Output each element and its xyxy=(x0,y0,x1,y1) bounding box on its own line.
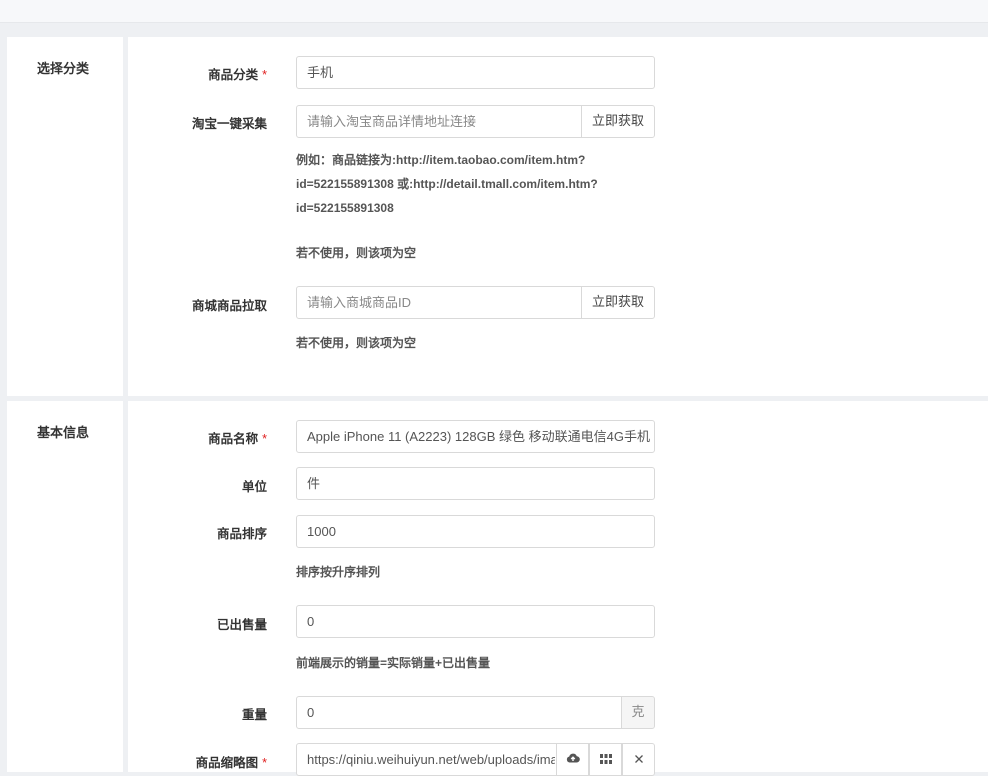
mall-id-input[interactable]: 请输入商城商品ID 立即获取 xyxy=(296,286,655,319)
weight-value: 0 xyxy=(307,705,315,720)
cloud-upload-icon xyxy=(566,744,580,775)
taobao-url-placeholder: 请输入淘宝商品详情地址连接 xyxy=(307,114,477,129)
taobao-url-input[interactable]: 请输入淘宝商品详情地址连接 立即获取 xyxy=(296,105,655,138)
thumbnail-label: 商品缩略图 * xyxy=(7,752,267,771)
mall-fetch-button[interactable]: 立即获取 xyxy=(581,287,654,318)
category-section: 选择分类 商品分类 * 手机 淘宝一键采集 请输入淘宝商品详情地址连接 立即获取 … xyxy=(7,37,988,396)
sold-count-help: 前端展示的销量=实际销量+已出售量 xyxy=(296,656,491,670)
taobao-help: 例如：商品链接为:http://item.taobao.com/item.htm… xyxy=(296,148,616,220)
category-field[interactable]: 手机 xyxy=(296,56,655,89)
unit-label: 单位 xyxy=(241,480,267,494)
weight-unit: 克 xyxy=(621,697,654,728)
weight-input[interactable]: 0 克 xyxy=(296,696,655,729)
close-icon xyxy=(634,744,644,775)
thumbnail-url-input[interactable]: https://qiniu.weihuiyun.net/web/uploads/… xyxy=(296,743,655,776)
category-label-text: 商品分类 xyxy=(208,68,259,82)
gallery-button[interactable] xyxy=(589,744,622,775)
sort-help: 排序按升序排列 xyxy=(296,565,381,579)
weight-label: 重量 xyxy=(241,708,267,722)
upload-button[interactable] xyxy=(556,744,589,775)
product-name-label-text: 商品名称 xyxy=(208,432,259,446)
basic-info-section: 基本信息 商品名称 * Apple iPhone 11 (A2223) 128GB… xyxy=(7,401,988,776)
required-mark: * xyxy=(262,432,267,446)
category-section-sidebar: 选择分类 xyxy=(7,37,128,396)
category-label: 商品分类 * xyxy=(7,64,267,83)
sort-input[interactable]: 1000 xyxy=(296,515,655,548)
required-mark: * xyxy=(262,756,267,770)
top-bar xyxy=(0,0,988,23)
taobao-label: 淘宝一键采集 xyxy=(191,117,267,131)
unit-input[interactable]: 件 xyxy=(296,467,655,500)
product-name-input[interactable]: Apple iPhone 11 (A2223) 128GB 绿色 移动联通电信4… xyxy=(296,420,655,453)
taobao-help-line-2: id=522155891308 或:http://detail.tmall.co… xyxy=(296,177,598,191)
sold-count-input[interactable]: 0 xyxy=(296,605,655,638)
thumbnail-url-value: https://qiniu.weihuiyun.net/web/uploads/… xyxy=(307,752,555,767)
thumbnail-label-text: 商品缩略图 xyxy=(195,756,259,770)
mall-label: 商城商品拉取 xyxy=(191,299,267,313)
mall-help: 若不使用，则该项为空 xyxy=(296,336,417,350)
product-name-label: 商品名称 * xyxy=(7,428,267,447)
taobao-help-line-3: id=522155891308 xyxy=(296,201,394,215)
mall-id-placeholder: 请输入商城商品ID xyxy=(307,295,412,310)
taobao-fetch-button[interactable]: 立即获取 xyxy=(581,106,654,137)
sort-label: 商品排序 xyxy=(216,527,267,541)
clear-button[interactable] xyxy=(622,744,654,775)
taobao-help-empty: 若不使用，则该项为空 xyxy=(296,246,417,260)
grid-icon xyxy=(599,744,612,775)
taobao-help-line-1: 例如：商品链接为:http://item.taobao.com/item.htm… xyxy=(296,153,586,167)
required-mark: * xyxy=(262,68,267,82)
sold-count-label: 已出售量 xyxy=(216,618,267,632)
